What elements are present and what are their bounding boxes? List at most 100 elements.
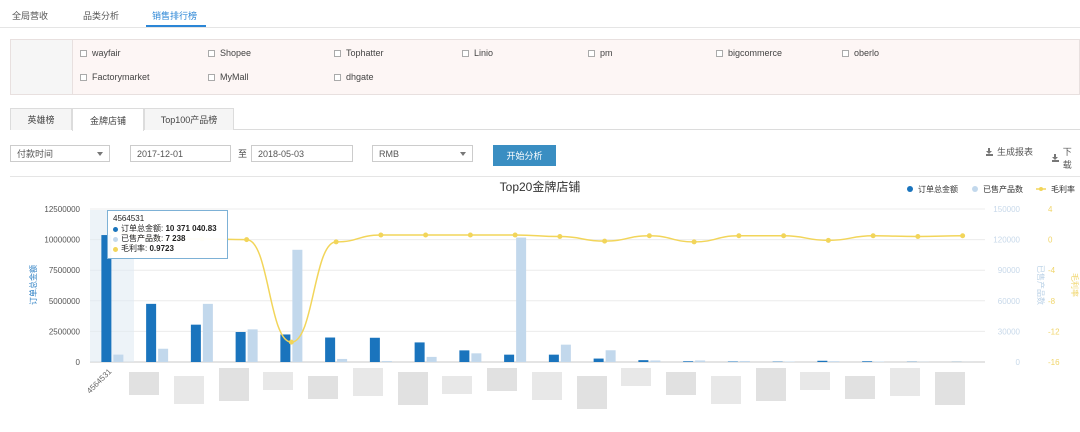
margin-point [870,233,876,239]
products-bar [605,350,616,362]
margin-point [288,339,294,345]
redacted-x-tick-label [845,376,876,399]
products-bar [247,329,258,362]
legend-marker [1039,187,1043,191]
amount-dot-icon [113,226,118,232]
products-bar [650,360,661,362]
y-left-axis-title: 订单总金额 [28,265,38,305]
amount-bar [593,358,604,362]
amount-bar [414,342,425,362]
margin-point [602,238,608,244]
legend-marker [972,186,978,192]
margin-point [512,232,518,238]
amount-bar [817,360,828,362]
y-right2-axis-title: 毛利率 [1070,273,1080,297]
margin-point [691,239,697,245]
redacted-x-tick-label [263,372,294,390]
chart-tooltip: 4564531 订单总金额: 10 371 040.83 已售产品数: 7 23… [107,210,228,259]
redacted-x-tick-label [889,368,920,396]
y-left-tick-label: 2500000 [49,327,81,336]
products-bar [784,361,795,362]
margin-point [467,232,473,238]
x-tick-label-first: 4564531 [85,367,114,396]
chart-legend: 订单总金额 已售产品数 毛利率 [907,184,1075,194]
amount-bar [369,337,380,362]
products-bar [516,237,527,362]
y-right1-tick-label: 60000 [998,297,1021,306]
tooltip-amount-row: 订单总金额: 10 371 040.83 [113,224,222,234]
y-left-tick-label: 5000000 [49,297,81,306]
margin-line-path [112,231,963,343]
legend-label: 订单总金额 [918,184,958,194]
y-right1-tick-label: 150000 [993,205,1020,214]
redacted-x-tick-label [576,376,607,409]
redacted-x-tick-label [173,376,204,404]
redacted-x-tick-label [531,372,562,400]
amount-bar [325,337,336,362]
products-bar [158,348,169,362]
y-right1-tick-label: 0 [1016,358,1021,367]
products-bar [560,344,571,362]
tooltip-margin-value: 0.9723 [149,244,174,253]
redacted-x-tick-label [487,368,518,391]
margin-line [109,229,966,345]
legend-label: 已售产品数 [983,184,1023,194]
y-right2-tick-label: -16 [1048,358,1060,367]
redacted-x-tick-label [621,368,652,386]
products-bar [829,361,840,362]
y-left-tick-label: 7500000 [49,266,81,275]
amount-bar [862,361,873,362]
margin-point [244,237,250,243]
y-right1-tick-label: 90000 [998,266,1021,275]
margin-dot-icon [113,246,118,252]
redacted-x-tick-label [308,376,339,399]
products-bar [292,249,303,362]
margin-point [423,232,429,238]
redacted-x-tick-label [755,368,786,401]
legend-label: 毛利率 [1051,184,1075,194]
margin-point [915,234,921,240]
products-bar [874,361,885,362]
products-bar [426,356,437,362]
products-bar [381,360,392,362]
tooltip-header: 4564531 [113,214,145,223]
amount-bar [459,350,470,362]
margin-point [646,233,652,239]
y-right1-axis-title: 已售产品数 [1036,265,1046,305]
y-left-tick-label: 12500000 [44,205,80,214]
amount-bar [548,354,559,362]
y-right2-tick-label: -12 [1048,327,1060,336]
amount-bar [638,360,649,362]
redacted-x-tick-label [397,372,428,405]
redacted-x-tick-label [934,372,965,405]
y-right2-tick-label: 4 [1048,205,1053,214]
tooltip-count-value: 7 238 [165,234,186,243]
margin-point [825,237,831,243]
tooltip-amount-value: 10 371 040.83 [165,224,217,233]
products-bar [471,353,482,362]
y-left-tick-label: 10000000 [44,236,80,245]
margin-point [960,233,966,239]
amount-bar [683,361,694,362]
chart-title: Top20金牌店铺 [500,179,581,194]
redacted-x-tick-label [442,376,473,394]
y-right1-tick-label: 30000 [998,327,1021,336]
redacted-x-tick-label [800,372,831,390]
redacted-x-tick-label [666,372,697,395]
products-bar [113,354,124,362]
y-left-tick-label: 0 [76,358,81,367]
tooltip-count-row: 已售产品数: 7 238 [113,234,222,244]
tooltip-amount-label: 订单总金额: [121,224,164,233]
redacted-x-tick-label [129,372,160,395]
count-dot-icon [113,236,118,242]
tooltip-count-label: 已售产品数: [121,234,164,243]
tooltip-margin-row: 毛利率: 0.9723 [113,244,222,254]
amount-bar [504,354,515,362]
y-right2-tick-label: 0 [1048,236,1053,245]
legend-marker [907,186,913,192]
margin-point [378,232,384,238]
amount-bar [235,332,246,362]
products-bar [337,358,348,362]
tooltip-margin-label: 毛利率: [121,244,148,253]
y-right2-tick-label: -8 [1048,297,1056,306]
